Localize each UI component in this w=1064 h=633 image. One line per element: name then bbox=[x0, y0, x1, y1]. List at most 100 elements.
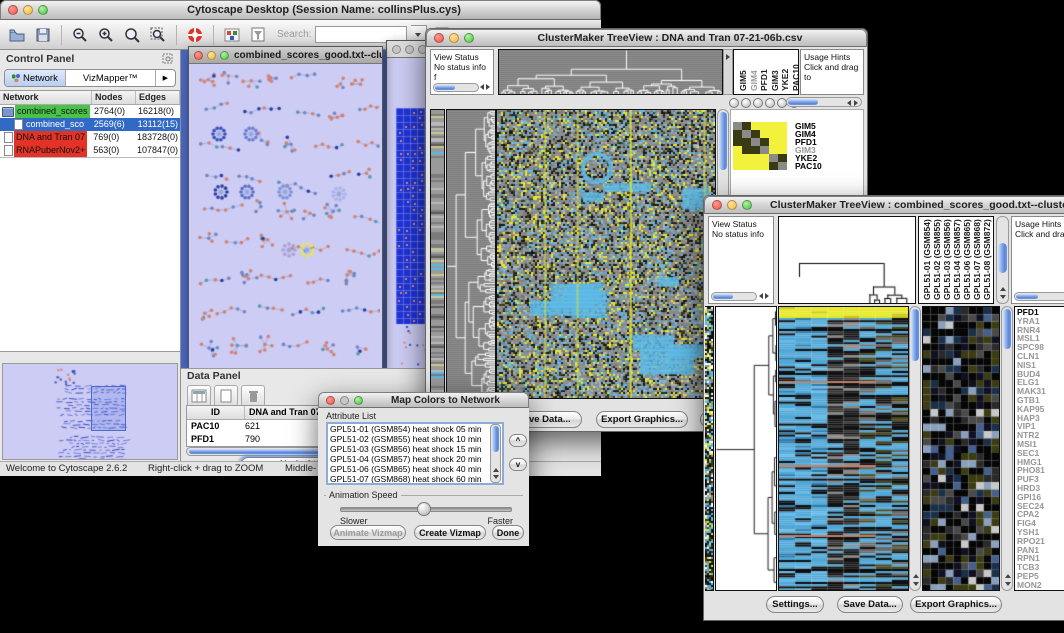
mini-heatmap-cell[interactable] bbox=[742, 122, 751, 130]
mini-heatmap-cell[interactable] bbox=[733, 162, 742, 170]
zoom-button[interactable] bbox=[742, 200, 752, 210]
zoom-out-icon[interactable] bbox=[69, 24, 91, 46]
tab-vizmapper[interactable]: VizMapper™ bbox=[66, 70, 156, 86]
column-label[interactable]: GPL51-06 (GSM865) bbox=[962, 219, 972, 300]
zoom-selected-icon[interactable] bbox=[121, 24, 143, 46]
scroll-right-arrow[interactable] bbox=[765, 293, 769, 299]
move-down-button[interactable]: v bbox=[509, 458, 527, 471]
scrollbar-thumb[interactable] bbox=[998, 243, 1007, 273]
column-label[interactable]: PAC10 bbox=[791, 64, 800, 91]
attribute-item[interactable]: GPL51-01 (GSM854) heat shock 05 min bbox=[328, 424, 502, 434]
gene-label[interactable]: ELG1 bbox=[1017, 378, 1064, 387]
mini-heatmap-cell[interactable] bbox=[733, 122, 742, 130]
view-status-hscrollbar[interactable] bbox=[711, 292, 757, 301]
mini-heatmap-cell[interactable] bbox=[778, 138, 787, 146]
column-label[interactable]: GPL51-01 (GSM854) bbox=[922, 219, 932, 300]
column-header-id[interactable]: ID bbox=[187, 406, 245, 419]
scroll-left-arrow[interactable] bbox=[759, 293, 763, 299]
mini-heatmap-cell[interactable] bbox=[778, 122, 787, 130]
tab-network[interactable]: Network bbox=[5, 70, 66, 86]
close-button[interactable] bbox=[326, 396, 335, 405]
tab-more-button[interactable]: ▶ bbox=[156, 70, 175, 86]
scroll-down-arrow[interactable] bbox=[1005, 582, 1011, 586]
mini-heatmap-cell[interactable] bbox=[769, 146, 778, 154]
zoom-button[interactable] bbox=[354, 396, 363, 405]
mini-heatmap-cell[interactable] bbox=[751, 130, 760, 138]
column-label[interactable]: GIM3 bbox=[770, 70, 780, 91]
scrollbar-thumb[interactable] bbox=[788, 99, 818, 105]
gene-label[interactable]: MON2 bbox=[1017, 581, 1064, 590]
attribute-item[interactable]: GPL51-04 (GSM857) heat shock 20 min bbox=[328, 454, 502, 464]
scrollbar-thumb[interactable] bbox=[911, 309, 919, 361]
column-dendrogram-panel[interactable] bbox=[778, 216, 916, 304]
close-button[interactable] bbox=[392, 45, 401, 54]
settings-button[interactable]: Settings... bbox=[766, 596, 824, 613]
attribute-item[interactable]: GPL51-03 (GSM856) heat shock 15 min bbox=[328, 444, 502, 454]
gene-label[interactable]: GIM5 bbox=[795, 122, 822, 130]
gene-label[interactable]: CLN1 bbox=[1017, 352, 1064, 361]
view-status-hscrollbar[interactable] bbox=[433, 83, 479, 92]
column-label[interactable]: GPL51-02 (GSM855) bbox=[932, 219, 942, 300]
heatmap-vscrollbar[interactable] bbox=[909, 306, 921, 591]
zoom-selected-icon[interactable] bbox=[765, 98, 775, 108]
scrollbar-thumb[interactable] bbox=[713, 294, 733, 299]
column-label[interactable]: GIM5 bbox=[738, 70, 748, 91]
scroll-up-arrow[interactable] bbox=[913, 574, 919, 578]
gene-label[interactable]: PAN1 bbox=[1017, 546, 1064, 555]
mini-heatmap-cell[interactable] bbox=[751, 138, 760, 146]
export-graphics-button[interactable]: Export Graphics... bbox=[910, 596, 1002, 613]
mini-heatmap-cell[interactable] bbox=[751, 162, 760, 170]
gene-label[interactable]: RNR4 bbox=[1017, 326, 1064, 335]
vizmapper-icon[interactable] bbox=[221, 24, 243, 46]
detail-heatmap-panel[interactable] bbox=[922, 306, 1000, 591]
scroll-up-arrow[interactable] bbox=[1000, 287, 1006, 291]
minimize-button[interactable] bbox=[405, 45, 414, 54]
mini-heatmap-cell[interactable] bbox=[733, 130, 742, 138]
global-view-strip[interactable] bbox=[705, 306, 714, 591]
scroll-left-arrow[interactable] bbox=[847, 100, 851, 106]
minimize-button[interactable] bbox=[23, 5, 33, 15]
gene-label[interactable]: PHO81 bbox=[1017, 466, 1064, 475]
scrollbar-thumb[interactable] bbox=[719, 112, 727, 170]
export-graphics-button[interactable]: Export Graphics... bbox=[596, 411, 688, 428]
network-view-window[interactable]: combined_scores_good.txt--cluste... bbox=[188, 46, 383, 370]
move-up-button[interactable]: ^ bbox=[509, 434, 527, 447]
close-button[interactable] bbox=[194, 51, 203, 60]
row-dendrogram-panel[interactable] bbox=[715, 306, 777, 591]
minimize-button[interactable] bbox=[449, 33, 459, 43]
scrollbar-thumb[interactable] bbox=[1003, 309, 1011, 349]
scroll-down-arrow[interactable] bbox=[1000, 295, 1006, 299]
network-canvas[interactable] bbox=[189, 64, 380, 369]
usage-hints-hscrollbar[interactable] bbox=[1014, 292, 1064, 301]
scroll-right-arrow[interactable] bbox=[854, 100, 858, 106]
slider-thumb[interactable] bbox=[417, 502, 431, 516]
splitter-strip[interactable] bbox=[723, 49, 733, 95]
listbox-vscrollbar[interactable] bbox=[490, 424, 501, 483]
minimize-button[interactable] bbox=[727, 200, 737, 210]
heatmap-panel[interactable] bbox=[778, 306, 909, 591]
mini-heatmap-cell[interactable] bbox=[769, 154, 778, 162]
network-overview-panel[interactable] bbox=[2, 363, 178, 460]
cytoscape-titlebar[interactable]: Cytoscape Desktop (Session Name: collins… bbox=[0, 0, 601, 20]
mini-heatmap-cell[interactable] bbox=[769, 122, 778, 130]
column-label[interactable]: GPL51-04 (GSM857) bbox=[952, 219, 962, 300]
detail-vscrollbar[interactable] bbox=[1001, 306, 1013, 591]
mini-heatmap-cell[interactable] bbox=[751, 154, 760, 162]
network-tree-row[interactable]: RNAPuberNov2+563(0)107847(0) bbox=[0, 144, 180, 157]
treeview-combined-titlebar[interactable]: ClusterMaker TreeView : combined_scores_… bbox=[704, 196, 1064, 214]
scroll-right-arrow[interactable] bbox=[486, 84, 490, 90]
mini-heatmap-cell[interactable] bbox=[769, 162, 778, 170]
gene-label[interactable]: SPC98 bbox=[1017, 343, 1064, 352]
scroll-down-arrow[interactable] bbox=[493, 475, 499, 479]
column-label[interactable]: YKE2 bbox=[780, 69, 790, 91]
mini-heatmap-cell[interactable] bbox=[733, 146, 742, 154]
attribute-item[interactable]: GPL51-07 (GSM868) heat shock 60 min bbox=[328, 474, 502, 484]
gene-label[interactable]: TCB3 bbox=[1017, 563, 1064, 572]
gene-label[interactable]: YRA1 bbox=[1017, 317, 1064, 326]
mini-heatmap-cell[interactable] bbox=[769, 138, 778, 146]
close-button[interactable] bbox=[8, 5, 18, 15]
attribute-item[interactable]: GPL51-02 (GSM855) heat shock 10 min bbox=[328, 434, 502, 444]
mini-heatmap-cell[interactable] bbox=[742, 162, 751, 170]
gene-label[interactable]: PEP5 bbox=[1017, 572, 1064, 581]
gene-label[interactable]: GPI16 bbox=[1017, 493, 1064, 502]
